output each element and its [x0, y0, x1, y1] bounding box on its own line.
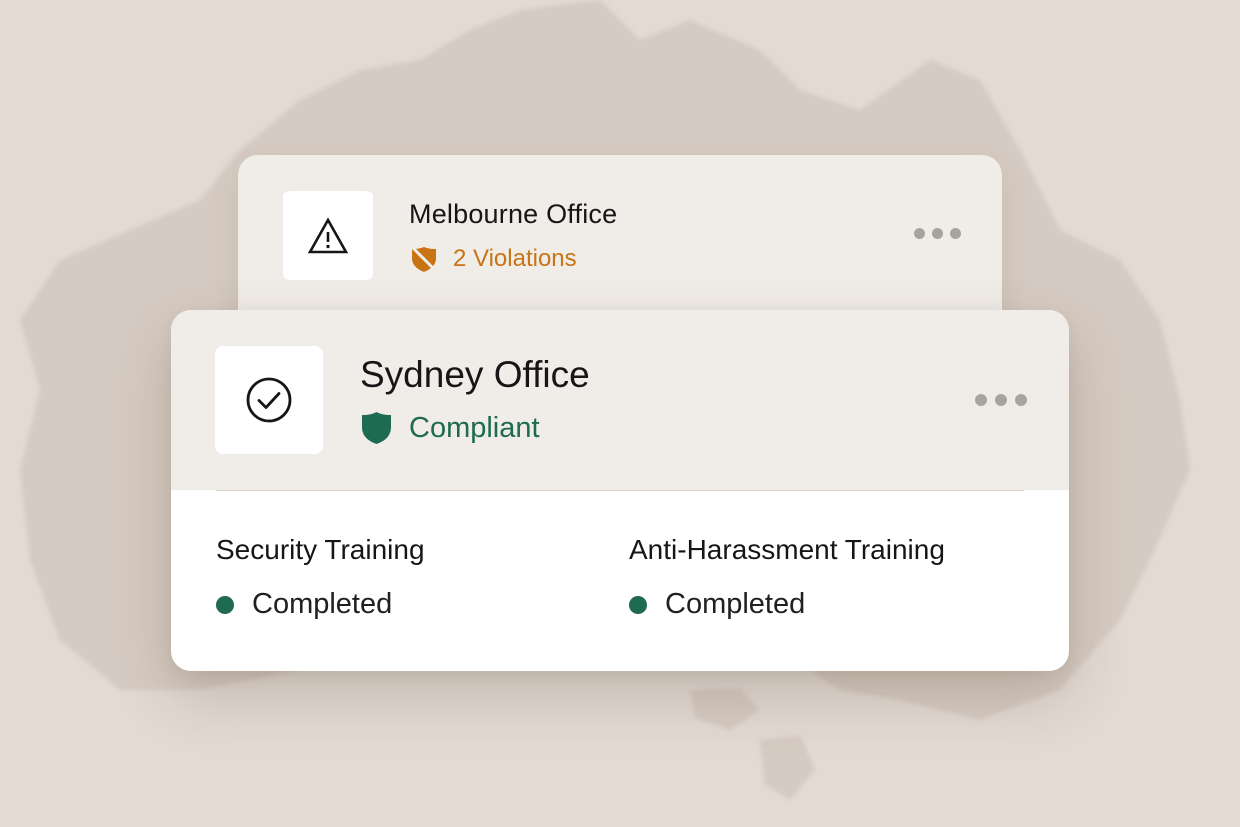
violations-label: 2 Violations [453, 245, 577, 272]
more-options-button[interactable] [975, 394, 1027, 406]
status-dot [216, 595, 234, 614]
status-dot [629, 595, 647, 614]
warning-triangle-icon [307, 216, 349, 253]
training-anti-harassment: Anti-Harassment Training Completed [629, 534, 945, 621]
more-dot [995, 394, 1007, 406]
training-status-label: Completed [665, 588, 806, 620]
training-title: Security Training [216, 534, 425, 565]
training-security: Security Training Completed [216, 534, 425, 621]
office-name: Sydney Office [360, 354, 590, 395]
divider [216, 490, 1024, 491]
training-status: Completed [629, 588, 945, 621]
training-status-label: Completed [252, 588, 393, 620]
shield-icon [362, 412, 391, 444]
check-circle-icon [246, 377, 292, 423]
more-dot [932, 228, 943, 239]
more-dot [975, 394, 987, 406]
more-options-button[interactable] [914, 228, 961, 239]
office-icon-box [283, 191, 373, 280]
office-name: Melbourne Office [409, 199, 618, 229]
more-dot [1015, 394, 1027, 406]
training-status: Completed [216, 588, 425, 621]
office-status: 2 Violations [409, 245, 577, 273]
office-status: Compliant [360, 411, 540, 445]
more-dot [950, 228, 961, 239]
more-dot [914, 228, 925, 239]
office-icon-box [215, 346, 323, 454]
compliant-label: Compliant [409, 411, 540, 444]
shield-off-icon [411, 246, 438, 273]
office-card-sydney[interactable]: Sydney Office Compliant Security Trainin… [171, 310, 1069, 671]
training-title: Anti-Harassment Training [629, 534, 945, 565]
